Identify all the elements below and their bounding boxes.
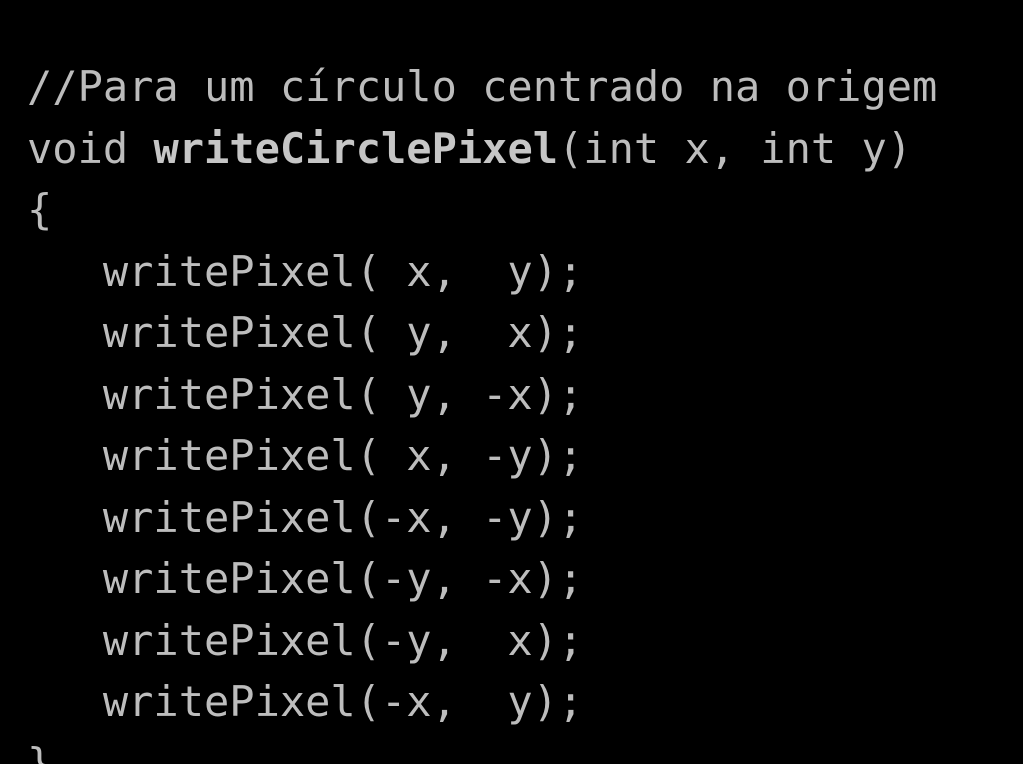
code-line-write-pixel-3: writePixel( y, -x); (27, 369, 584, 419)
code-slide: //Para um círculo centrado na origem void… (0, 0, 1023, 764)
code-line-write-pixel-2: writePixel( y, x); (27, 308, 584, 357)
code-line-function-signature: void writeCirclePixel(int x, int y) (27, 118, 1023, 180)
code-line-write-pixel-5: writePixel(-x, -y); (27, 492, 584, 542)
code-line-write-pixel-1: writePixel( x, y); (27, 246, 584, 296)
code-block: //Para um círculo centrado na origem void… (0, 42, 1023, 764)
code-line-write-pixel-8: writePixel(-x, y); (27, 677, 584, 726)
code-line-open-brace: { (27, 185, 53, 234)
code-line-comment: //Para um círculo centrado na origem (27, 62, 938, 111)
code-line-close-brace: } (27, 738, 53, 764)
signature-parameter-list: (int x, int y) (558, 123, 913, 173)
function-name: writeCirclePixel (153, 123, 559, 173)
code-line-write-pixel-6: writePixel(-y, -x); (27, 554, 584, 603)
signature-return-type: void (27, 123, 154, 173)
code-line-write-pixel-4: writePixel( x, -y); (27, 431, 584, 480)
code-line-write-pixel-7: writePixel(-y, x); (27, 615, 584, 665)
